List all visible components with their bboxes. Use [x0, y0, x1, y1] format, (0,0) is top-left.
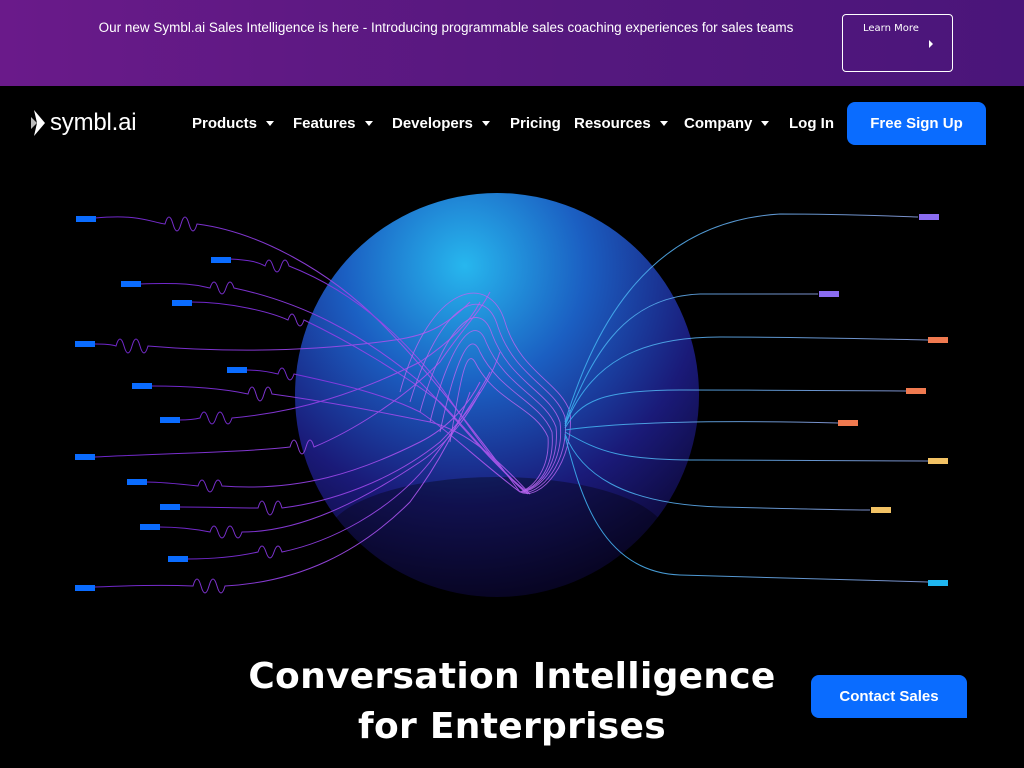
nav-products-label: Products	[192, 114, 258, 132]
main-nav: symbl.ai Products Features Developers Pr…	[0, 86, 1024, 162]
nav-features-label: Features	[293, 114, 356, 132]
nav-company-label: Company	[684, 114, 753, 132]
announcement-text: Our new Symbl.ai Sales Intelligence is h…	[98, 20, 794, 35]
nav-developers[interactable]: Developers	[392, 110, 490, 136]
contact-sales-button[interactable]: Contact Sales	[811, 675, 967, 718]
nav-resources[interactable]: Resources	[574, 110, 668, 136]
nav-resources-label: Resources	[574, 114, 651, 132]
hero-headline: Conversation Intelligence for Enterprise…	[212, 652, 812, 752]
hero-illustration	[75, 193, 948, 597]
nav-pricing[interactable]: Pricing	[510, 110, 561, 136]
announcement-banner: Our new Symbl.ai Sales Intelligence is h…	[0, 0, 1024, 86]
right-data-tags	[819, 214, 948, 586]
learn-more-button[interactable]: Learn More	[842, 14, 953, 72]
hero-headline-line2: for Enterprises	[358, 706, 666, 747]
learn-more-label: Learn More	[863, 23, 919, 34]
caret-down-icon	[364, 120, 373, 126]
free-signup-button[interactable]: Free Sign Up	[847, 102, 986, 145]
caret-down-icon	[481, 120, 490, 126]
caret-down-icon	[659, 120, 668, 126]
nav-login[interactable]: Log In	[789, 110, 834, 136]
left-data-tags	[75, 216, 247, 591]
nav-pricing-label: Pricing	[510, 114, 561, 132]
brand-name: symbl.ai	[50, 109, 137, 136]
nav-login-label: Log In	[789, 114, 834, 132]
caret-down-icon	[761, 120, 770, 126]
hero-headline-line1: Conversation Intelligence	[248, 656, 776, 697]
chevron-right-icon	[929, 40, 933, 48]
nav-company[interactable]: Company	[684, 110, 770, 136]
nav-developers-label: Developers	[392, 114, 473, 132]
brand-logo[interactable]: symbl.ai	[30, 106, 137, 140]
nav-products[interactable]: Products	[192, 110, 275, 136]
caret-down-icon	[266, 120, 275, 126]
nav-features[interactable]: Features	[293, 110, 373, 136]
symbl-logo-icon	[31, 110, 45, 136]
